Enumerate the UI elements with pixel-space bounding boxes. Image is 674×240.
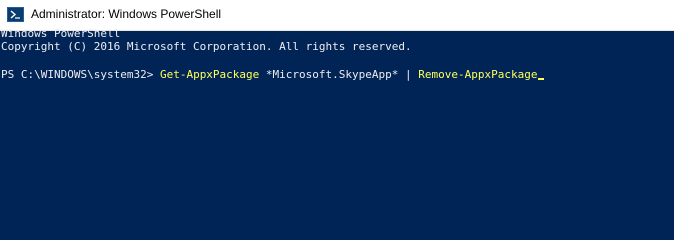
titlebar-controls-area bbox=[660, 0, 674, 30]
text-cursor bbox=[538, 78, 545, 80]
window-title: Administrator: Windows PowerShell bbox=[31, 7, 222, 21]
prompt-text: PS C:\WINDOWS\system32> bbox=[1, 68, 160, 81]
banner-line-1: Windows PowerShell bbox=[1, 27, 121, 40]
command-line[interactable]: PS C:\WINDOWS\system32> Get-AppxPackage … bbox=[1, 68, 545, 82]
powershell-window: Administrator: Windows PowerShell Window… bbox=[0, 0, 674, 240]
command-name: Get-AppxPackage bbox=[159, 68, 260, 81]
command-argument: *Microsoft.SkypeApp* | bbox=[259, 68, 419, 81]
banner-line-2: Copyright (C) 2016 Microsoft Corporation… bbox=[1, 40, 412, 53]
console-output[interactable]: Windows PowerShell Copyright (C) 2016 Mi… bbox=[0, 27, 674, 240]
pipe-command: Remove-AppxPackage bbox=[418, 68, 538, 81]
powershell-icon bbox=[7, 7, 24, 22]
